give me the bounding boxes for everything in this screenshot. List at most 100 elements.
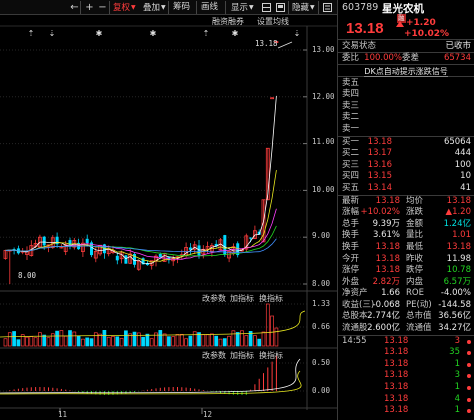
stat-label: 总股本 (342, 311, 368, 322)
event-marker-icon: ⇣ (49, 29, 56, 38)
stat-value: 1.01 (452, 230, 471, 241)
sell-level-row[interactable]: 卖三 (338, 101, 474, 113)
sell-level-label: 卖五 (342, 77, 360, 88)
buy-level-row[interactable]: 买五 13.14 41 (338, 183, 474, 195)
toolbar-divider (109, 1, 110, 14)
volume-bar (201, 334, 206, 347)
tick-price: 13.18 (384, 335, 409, 346)
low-price-marker: 8.00 (18, 271, 37, 280)
moving-average-line (5, 170, 277, 263)
dk-signal-link[interactable]: DK点自动提示涨跌信号 (338, 63, 474, 77)
window-icon[interactable] (276, 3, 285, 12)
buy-level-volume: 444 (454, 148, 471, 159)
sub2-add-indicator-button[interactable]: 加指标 (230, 350, 254, 361)
tick-price: 13.18 (384, 370, 409, 381)
event-marker-icon: ✱ (232, 29, 239, 38)
current-price: 13.18 (346, 20, 384, 37)
volume-bar (184, 338, 188, 347)
toolbar-divider (288, 1, 289, 14)
stat-value: 10.78 (446, 265, 471, 276)
weibi-value: 100.00% (364, 53, 402, 63)
tick-time: 14:55 (342, 335, 367, 346)
caret-down-icon: ▼ (131, 4, 136, 11)
stat-row: 今开 13.18 昨收 11.98 (338, 254, 474, 266)
stat-value: 9.39万 (372, 218, 400, 229)
volume-bar (253, 335, 257, 347)
stat-label: PE(动) (406, 299, 432, 310)
tick-volume: 35 (449, 347, 460, 358)
sub1-change-params-button[interactable]: 改参数 (202, 293, 226, 304)
quote-panel: 603789 星光农机 融 13.18 +1.20 +10.02% 交易状态 已… (337, 0, 474, 420)
volume-bar (115, 336, 120, 347)
settings-icon[interactable] (323, 3, 332, 12)
sell-level-row[interactable]: 卖五 (338, 78, 474, 90)
quote-stats: 最新 13.18 均价 13.18 涨幅 +10.02% 涨跌 ▲1.20 总手 9.39万 金额 1… (338, 194, 474, 335)
volume-bar (141, 336, 145, 347)
volume-bar (3, 338, 8, 347)
toolbar-divider (225, 1, 226, 14)
stat-label: 换手 (342, 241, 360, 252)
candle-body (158, 253, 162, 258)
volume-bar (132, 331, 137, 347)
yincang-dropdown[interactable]: 隐藏▼ (292, 1, 315, 14)
stat-row: 外盘 2.82万 内盘 6.57万 (338, 277, 474, 289)
stat-value: 13.18 (446, 241, 471, 252)
kline-chart-area[interactable]: ⇡ ⇣ ✱ ✱ ⇡ ✱ ⇣ 融资融券 设置均线 13.00 12.00 11.00 10.0… (0, 15, 337, 420)
trade-status-label: 交易状态 (342, 41, 377, 51)
stat-value: 3.61% (372, 230, 400, 241)
candle-body (124, 255, 128, 264)
stat-row: 净资产 1.66 ROE -4.00% (338, 288, 474, 300)
plus-icon[interactable]: + (83, 1, 96, 14)
settings-ma-button[interactable]: 设置均线 (257, 16, 289, 27)
tick-row: 13.18 3 (338, 370, 474, 382)
stat-row: 总股本 2.774亿 总市值 36.56亿 (338, 311, 474, 323)
diejia-dropdown[interactable]: 叠加▼ (143, 1, 166, 14)
stat-label: 收益(三) (342, 299, 375, 310)
stock-code: 603789 (342, 2, 379, 13)
moving-average-line (5, 95, 277, 264)
macd-axis-label: 0.50 (312, 358, 331, 367)
date-axis-label: 11 (58, 410, 68, 419)
huaxian-button[interactable]: 画线 (201, 1, 218, 14)
sell-level-row[interactable]: 卖四 (338, 89, 474, 101)
stat-label: 流通值 (406, 323, 432, 334)
sub2-switch-indicator-button[interactable]: 换指标 (259, 350, 283, 361)
minus-icon[interactable]: − (96, 1, 109, 14)
event-marker-icon: ⇣ (294, 29, 301, 38)
sell-level-row[interactable]: 卖一 (338, 124, 474, 136)
volume-bar (124, 330, 128, 347)
rongzi-button[interactable]: 融资融券 (212, 16, 244, 27)
tick-list[interactable]: 14:55 13.18 3 13.18 35 13.18 1 13.18 3 13.18 1 13.1… (338, 334, 474, 417)
stat-label: 涨停 (342, 265, 360, 276)
buy-level-row[interactable]: 买三 13.16 100 (338, 160, 474, 172)
buy-level-row[interactable]: 买一 13.18 65064 (338, 137, 474, 149)
price-axis-label: 9.00 (312, 231, 331, 240)
sub1-switch-indicator-button[interactable]: 换指标 (259, 293, 283, 304)
xianshi-dropdown[interactable]: 显示▼ (231, 1, 254, 14)
up-arrow-icon (396, 21, 404, 27)
buy-level-row[interactable]: 买四 13.15 10 (338, 171, 474, 183)
buy-order-book: 买一 13.18 65064 买二 13.17 444 买三 13.16 100 买四 13.15 1… (338, 135, 474, 195)
moving-average-line (5, 225, 277, 257)
buy-level-row[interactable]: 买二 13.17 444 (338, 148, 474, 160)
volume-bar (76, 335, 81, 347)
tick-dot-icon (467, 362, 471, 367)
sub1-add-indicator-button[interactable]: 加指标 (230, 293, 254, 304)
buy-level-label: 买三 (342, 159, 360, 170)
stat-value: 13.18 (446, 195, 471, 206)
stat-label: 内盘 (406, 276, 424, 287)
tick-volume: 3 (454, 370, 460, 381)
sell-level-row[interactable]: 卖二 (338, 112, 474, 124)
fuquan-dropdown[interactable]: 复权▼ (113, 1, 136, 14)
layout-icon[interactable] (262, 3, 271, 12)
buy-level-label: 买四 (342, 171, 360, 182)
stat-label: 流通股 (342, 323, 368, 334)
stat-label: 量比 (406, 230, 424, 241)
volume-bar (12, 331, 16, 347)
volume-bar (7, 332, 12, 347)
chouma-button[interactable]: 筹码 (173, 1, 190, 14)
sub2-change-params-button[interactable]: 改参数 (202, 350, 226, 361)
stat-value: 11.98 (446, 253, 471, 264)
stat-value: 13.18 (375, 195, 400, 206)
toolbar-divider (318, 1, 319, 14)
